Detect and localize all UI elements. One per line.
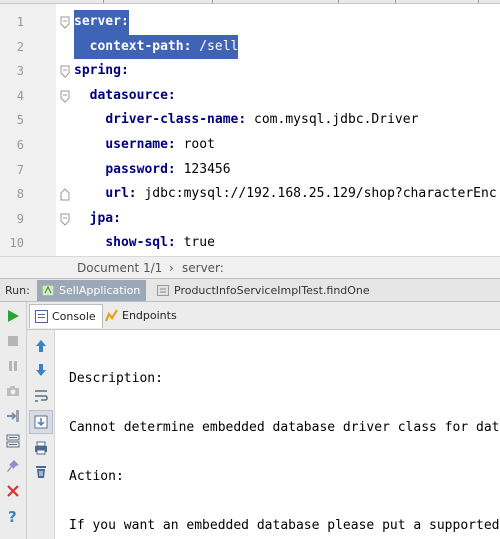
breadcrumb-document[interactable]: Document 1/1 xyxy=(77,261,162,275)
line-number: 2 xyxy=(16,39,24,54)
line-number: 5 xyxy=(16,113,24,128)
console-line: If you want an embedded database please … xyxy=(69,518,500,533)
breadcrumb-separator: › xyxy=(169,261,174,275)
fold-end-icon[interactable] xyxy=(60,188,70,201)
camera-icon[interactable] xyxy=(5,383,21,399)
trash-icon[interactable] xyxy=(33,464,49,480)
code-editor[interactable]: 1 server: 2 context-path: /sell 3 spring… xyxy=(0,4,500,256)
console-output[interactable]: Description: Cannot determine embedded d… xyxy=(55,331,500,539)
code-text: datasource: xyxy=(89,87,176,103)
tab-label: ProductInfoServiceImplTest.findOne xyxy=(174,284,370,297)
console-icon xyxy=(35,310,48,323)
console-toolbar xyxy=(27,330,55,539)
scroll-to-end-toggle[interactable] xyxy=(29,410,53,434)
editor-line[interactable]: 7 password: 123456 xyxy=(0,158,500,183)
tab-label: SellApplication xyxy=(59,284,141,297)
endpoints-icon xyxy=(105,309,118,322)
line-number: 1 xyxy=(16,15,24,29)
tab-divider xyxy=(338,0,339,3)
code-text: driver-class-name: com.mysql.jdbc.Driver xyxy=(105,112,419,128)
spring-run-config-icon xyxy=(42,285,54,296)
tab-divider xyxy=(212,0,213,3)
console-line: Action: xyxy=(69,469,124,484)
code-text: jpa: xyxy=(89,210,121,226)
stop-icon[interactable] xyxy=(5,333,21,349)
code-text: username: root xyxy=(105,137,215,152)
arrow-up-icon[interactable] xyxy=(33,338,49,354)
line-number: 10 xyxy=(9,236,24,251)
run-icon[interactable] xyxy=(5,308,21,324)
fold-icon[interactable] xyxy=(60,16,70,29)
layout-icon[interactable] xyxy=(5,433,21,449)
editor-line[interactable]: 4 datasource: xyxy=(0,84,500,109)
editor-line[interactable]: 1 server: xyxy=(0,10,500,35)
svg-text:?: ? xyxy=(8,508,17,524)
code-text: url: jdbc:mysql://192.168.25.129/shop?ch… xyxy=(105,186,497,202)
run-toolbar: ? xyxy=(0,302,27,539)
tab-divider xyxy=(395,0,396,3)
tab-label: Endpoints xyxy=(122,309,177,322)
breadcrumb: Document 1/1 › server: xyxy=(0,256,500,278)
console-line: Description: xyxy=(69,371,163,386)
code-text: show-sql: true xyxy=(105,235,215,251)
import-icon[interactable] xyxy=(5,408,21,424)
soft-wrap-icon[interactable] xyxy=(33,388,49,404)
help-icon[interactable]: ? xyxy=(5,508,21,524)
editor-line[interactable]: 6 username: root xyxy=(0,133,500,158)
run-label: Run: xyxy=(5,284,30,297)
run-tool-window-header: Run: SellApplication ProductInfoServiceI… xyxy=(0,278,500,302)
tab-console[interactable]: Console xyxy=(29,304,103,328)
tab-divider xyxy=(103,0,104,3)
tab-sell-application[interactable]: SellApplication xyxy=(37,280,147,301)
editor-line[interactable]: 9 jpa: xyxy=(0,207,500,232)
console-line: Cannot determine embedded database drive… xyxy=(69,420,500,435)
code-text: context-path: /sell xyxy=(74,34,239,60)
editor-line[interactable]: 10 show-sql: true xyxy=(0,231,500,256)
arrow-down-icon[interactable] xyxy=(33,362,49,378)
line-number: 9 xyxy=(16,211,24,226)
print-icon[interactable] xyxy=(33,440,49,456)
editor-line[interactable]: 3 spring: xyxy=(0,59,500,84)
pause-icon[interactable] xyxy=(5,358,21,374)
code-text: password: 123456 xyxy=(105,161,231,177)
line-number: 7 xyxy=(16,162,24,177)
close-icon[interactable] xyxy=(5,483,21,499)
tab-label: Console xyxy=(52,310,96,323)
editor-line[interactable]: 5 driver-class-name: com.mysql.jdbc.Driv… xyxy=(0,108,500,133)
test-config-icon xyxy=(157,285,169,296)
code-text: spring: xyxy=(74,63,129,79)
tab-divider xyxy=(478,0,479,3)
fold-icon[interactable] xyxy=(60,90,70,103)
tab-endpoints[interactable]: Endpoints xyxy=(100,304,183,328)
line-number: 8 xyxy=(16,187,24,202)
scroll-to-end-icon xyxy=(34,415,48,429)
editor-line[interactable]: 2 context-path: /sell xyxy=(0,34,500,60)
console-tabs: Console Endpoints xyxy=(27,302,500,330)
code-text: server: xyxy=(74,10,129,35)
line-number: 3 xyxy=(16,64,24,79)
fold-icon[interactable] xyxy=(60,65,70,78)
line-number: 6 xyxy=(16,138,24,152)
editor-line[interactable]: 8 url: jdbc:mysql://192.168.25.129/shop?… xyxy=(0,182,500,207)
breadcrumb-node[interactable]: server: xyxy=(182,261,224,275)
pin-icon[interactable] xyxy=(5,458,21,474)
tab-product-info-test[interactable]: ProductInfoServiceImplTest.findOne xyxy=(152,280,376,301)
fold-icon[interactable] xyxy=(60,213,70,226)
line-number: 4 xyxy=(16,88,24,103)
